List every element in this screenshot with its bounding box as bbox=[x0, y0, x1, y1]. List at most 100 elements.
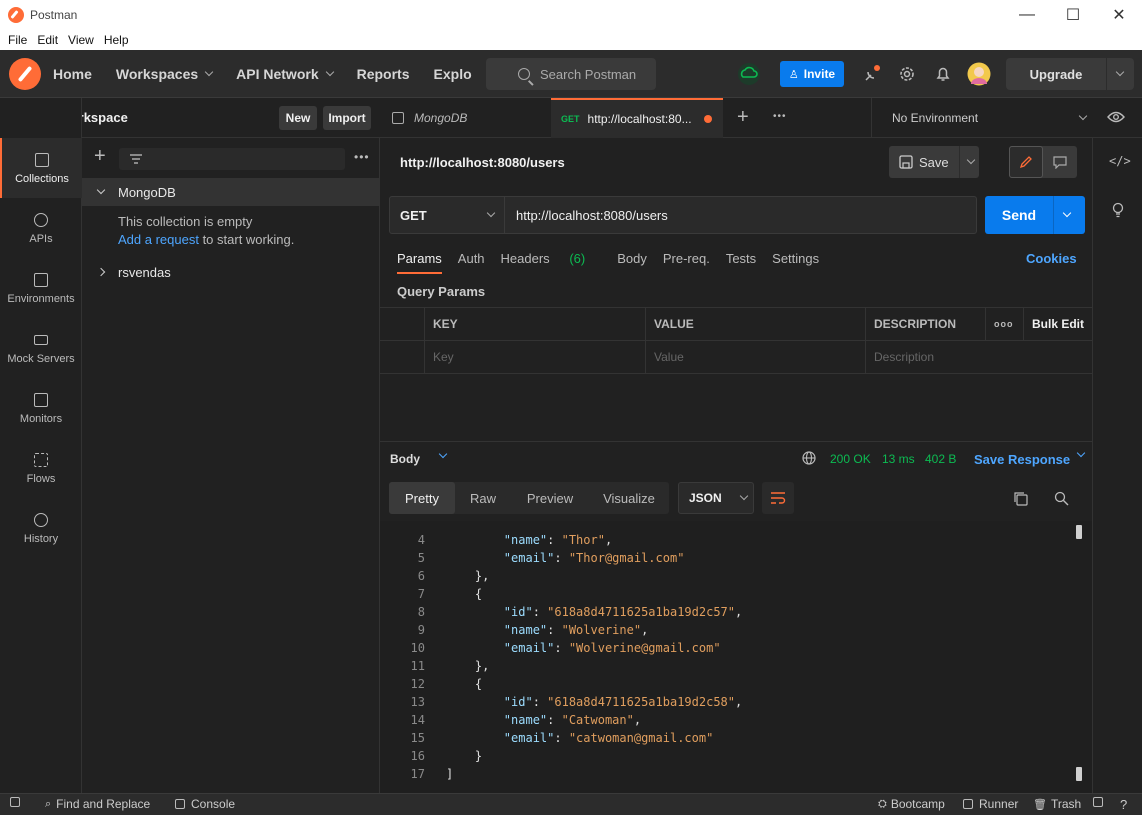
bootcamp-button[interactable]: ⛭ Bootcamp bbox=[878, 797, 945, 811]
search-icon[interactable] bbox=[1054, 491, 1069, 506]
chevron-down-icon[interactable] bbox=[1062, 208, 1072, 218]
tab-auth[interactable]: Auth bbox=[458, 251, 485, 274]
code-text: "email": "Wolverine@gmail.com" bbox=[503, 641, 721, 655]
runner-button[interactable]: Runner bbox=[963, 797, 1018, 811]
minimize-button[interactable]: — bbox=[1004, 0, 1050, 30]
line-number: 15 bbox=[410, 731, 425, 745]
chevron-down-icon[interactable] bbox=[966, 155, 975, 165]
code-line: 13 "id": "618a8d4711625a1ba19d2c58", bbox=[380, 695, 1080, 713]
save-button[interactable]: Save bbox=[889, 146, 979, 178]
two-pane-view-icon[interactable] bbox=[1093, 797, 1109, 807]
cookies-link[interactable]: Cookies bbox=[1026, 251, 1077, 266]
console-button[interactable]: Console bbox=[175, 797, 235, 811]
chevron-down-icon[interactable] bbox=[1115, 67, 1125, 77]
help-icon[interactable]: ? bbox=[1120, 797, 1127, 812]
key-input[interactable]: Key bbox=[424, 341, 645, 373]
line-number: 14 bbox=[410, 713, 425, 727]
upgrade-button[interactable]: Upgrade bbox=[1006, 58, 1134, 90]
edit-toggle[interactable] bbox=[1009, 146, 1077, 178]
response-time[interactable]: 13 ms bbox=[882, 452, 915, 466]
scrollbar-top-thumb[interactable] bbox=[1076, 525, 1082, 539]
description-input[interactable]: Description bbox=[865, 341, 1092, 373]
runner-label: Runner bbox=[979, 797, 1019, 811]
filter-input[interactable] bbox=[119, 148, 345, 170]
nav-explore[interactable]: Explo bbox=[434, 66, 472, 82]
sidebar-item-mock-servers[interactable]: Mock Servers bbox=[0, 318, 82, 378]
sidebar-item-flows[interactable]: Flows bbox=[0, 438, 82, 498]
avatar[interactable] bbox=[967, 62, 991, 86]
tab-visualize[interactable]: Visualize bbox=[589, 482, 669, 514]
tab-tests[interactable]: Tests bbox=[726, 251, 756, 274]
code-snippet-icon[interactable]: </> bbox=[1109, 154, 1131, 168]
add-request-link[interactable]: Add a request bbox=[118, 232, 199, 247]
nav-home[interactable]: Home bbox=[53, 66, 92, 82]
eye-icon[interactable] bbox=[1107, 111, 1125, 123]
lightbulb-icon[interactable] bbox=[1111, 202, 1125, 218]
response-body-label[interactable]: Body bbox=[390, 452, 420, 466]
more-options-icon[interactable]: ••• bbox=[354, 150, 370, 164]
globe-icon[interactable] bbox=[802, 451, 816, 465]
sidebar-item-apis[interactable]: APIs bbox=[0, 198, 82, 258]
menu-file[interactable]: File bbox=[8, 33, 27, 47]
collection-item-mongodb[interactable]: MongoDB bbox=[82, 178, 380, 206]
tab-get-users[interactable]: GET http://localhost:80... bbox=[551, 98, 723, 138]
collection-item-rsvendas[interactable]: rsvendas bbox=[82, 258, 380, 286]
new-button[interactable]: New bbox=[279, 106, 317, 130]
bell-icon[interactable] bbox=[933, 64, 953, 84]
tab-pre-request[interactable]: Pre-req. bbox=[663, 251, 710, 274]
close-button[interactable]: ✕ bbox=[1096, 0, 1142, 30]
format-select[interactable]: JSON bbox=[678, 482, 754, 514]
postman-logo[interactable] bbox=[9, 57, 41, 90]
add-collection-icon[interactable]: + bbox=[94, 146, 106, 166]
nav-api-network[interactable]: API Network bbox=[236, 66, 334, 82]
toggle-sidebar-icon[interactable] bbox=[10, 797, 26, 807]
nav-reports[interactable]: Reports bbox=[357, 66, 410, 82]
request-title[interactable]: http://localhost:8080/users bbox=[400, 155, 565, 170]
sidebar-item-history[interactable]: History bbox=[0, 498, 82, 558]
new-tab-icon[interactable]: + bbox=[737, 106, 749, 129]
find-and-replace-button[interactable]: ⌕ Find and Replace bbox=[45, 797, 150, 811]
tab-raw[interactable]: Raw bbox=[455, 482, 511, 514]
maximize-button[interactable]: ☐ bbox=[1050, 0, 1096, 30]
satellite-icon[interactable] bbox=[862, 64, 882, 84]
invite-button[interactable]: ♙ Invite bbox=[780, 61, 844, 87]
sidebar-item-monitors[interactable]: Monitors bbox=[0, 378, 82, 438]
response-size[interactable]: 402 B bbox=[925, 452, 956, 466]
url-input[interactable]: http://localhost:8080/users bbox=[516, 208, 668, 223]
environment-selector[interactable]: No Environment bbox=[871, 98, 1093, 138]
method-select[interactable]: GET bbox=[390, 197, 505, 233]
save-response-button[interactable]: Save Response bbox=[974, 452, 1070, 467]
copy-icon[interactable] bbox=[1013, 491, 1028, 506]
nav-workspaces[interactable]: Workspaces bbox=[116, 66, 214, 82]
tab-pretty[interactable]: Pretty bbox=[389, 482, 455, 514]
tab-settings[interactable]: Settings bbox=[772, 251, 819, 274]
chevron-down-icon[interactable] bbox=[438, 449, 448, 459]
gear-icon[interactable] bbox=[897, 64, 917, 84]
menu-help[interactable]: Help bbox=[104, 33, 129, 47]
table-more-icon[interactable]: ooo bbox=[985, 308, 1023, 340]
scrollbar-bottom-thumb[interactable] bbox=[1076, 767, 1082, 781]
menu-edit[interactable]: Edit bbox=[37, 33, 58, 47]
send-button[interactable]: Send bbox=[985, 196, 1085, 234]
wrap-lines-button[interactable] bbox=[762, 482, 794, 514]
trash-button[interactable]: 🗑 Trash bbox=[1033, 797, 1081, 811]
chevron-down-icon[interactable] bbox=[1076, 448, 1086, 458]
tab-params[interactable]: Params bbox=[397, 251, 442, 274]
tab-preview[interactable]: Preview bbox=[511, 482, 589, 514]
sync-cloud-icon[interactable] bbox=[736, 62, 762, 86]
sidebar-item-environments[interactable]: Environments bbox=[0, 258, 82, 318]
tab-headers[interactable]: Headers (6) bbox=[501, 251, 602, 274]
value-input[interactable]: Value bbox=[645, 341, 865, 373]
more-tabs-icon[interactable]: ••• bbox=[773, 111, 787, 122]
comment-icon[interactable] bbox=[1053, 155, 1067, 169]
search-input[interactable]: Search Postman bbox=[486, 58, 656, 90]
response-body-viewer[interactable]: 4 "name": "Thor", 5 "email": "Thor@gmail.… bbox=[380, 521, 1092, 793]
import-button[interactable]: Import bbox=[323, 106, 371, 130]
code-text: "name": "Wolverine", bbox=[503, 623, 649, 637]
bulk-edit-button[interactable]: Bulk Edit bbox=[1023, 308, 1092, 340]
tab-body[interactable]: Body bbox=[617, 251, 647, 274]
tab-mongodb[interactable]: MongoDB bbox=[380, 98, 550, 138]
status-badge[interactable]: 200 OK bbox=[830, 452, 871, 466]
sidebar-item-collections[interactable]: Collections bbox=[0, 138, 82, 198]
menu-view[interactable]: View bbox=[68, 33, 94, 47]
